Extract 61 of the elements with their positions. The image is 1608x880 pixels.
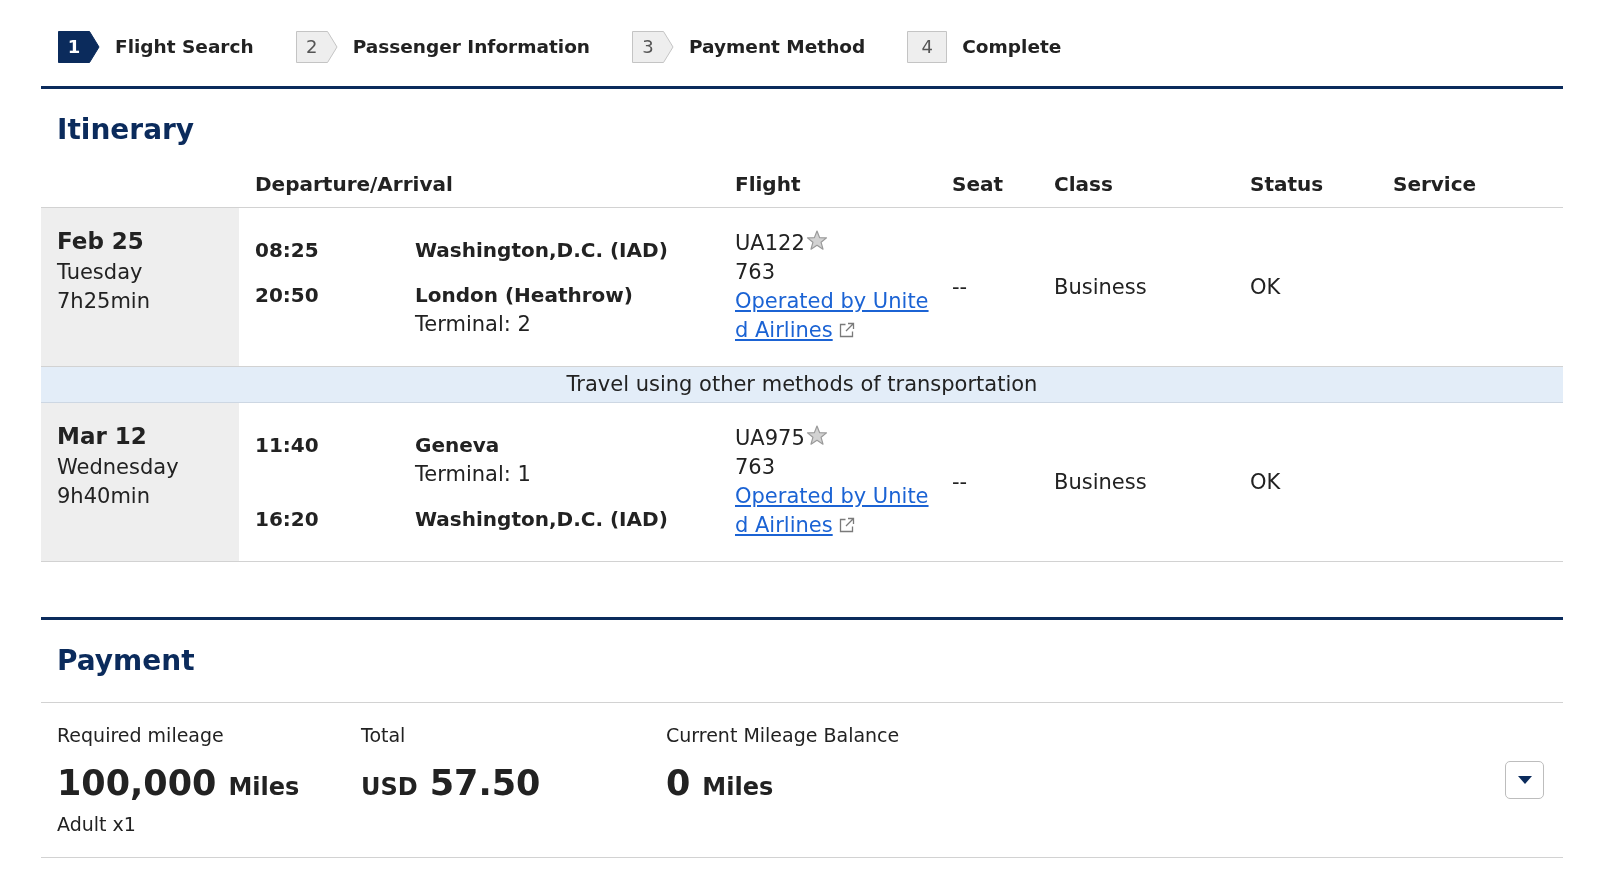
step-label: Payment Method [689, 35, 866, 59]
amount-value: 100,000 [57, 762, 217, 805]
notice-text: Travel using other methods of transportation [566, 372, 1038, 396]
step-number: 2 [295, 31, 338, 63]
seat-text: -- [952, 469, 968, 494]
date-text: Feb 25 [57, 227, 144, 256]
external-link-icon [838, 322, 855, 338]
aircraft-type: 763 [735, 455, 776, 479]
section-title: Payment [57, 643, 195, 679]
city-name: Washington,D.C. (IAD) [415, 236, 668, 264]
city-name: London (Heathrow) [415, 281, 633, 309]
aircraft-type: 763 [735, 260, 776, 284]
duration-text: 9h40min [57, 483, 150, 510]
section-title: Itinerary [57, 112, 195, 148]
star-icon [805, 230, 828, 251]
terminal-text: Terminal: 1 [415, 460, 531, 488]
amount-value: 0 [666, 762, 691, 805]
date-text: Mar 12 [57, 422, 147, 451]
city-name: Geneva [415, 431, 500, 459]
class-text: Business [1054, 274, 1147, 299]
column-header: Status [1250, 172, 1324, 196]
column-header: Class [1054, 172, 1113, 196]
departure-time: 11:40 [255, 431, 319, 459]
step-number: 4 [907, 31, 948, 63]
step-number: 3 [632, 31, 675, 63]
operator-link[interactable]: Operated by United Airlines [735, 287, 935, 345]
unit-text: Miles [228, 772, 300, 803]
currency-text: USD [361, 772, 418, 803]
payment-label: Current Mileage Balance [666, 723, 900, 747]
star-icon [805, 425, 828, 446]
column-header: Flight [735, 172, 801, 196]
operator-link[interactable]: Operated by United Airlines [735, 482, 935, 540]
step-label: Complete [962, 35, 1062, 59]
flight-number: UA975 [735, 426, 805, 450]
weekday-text: Tuesday [57, 259, 143, 286]
unit-text: Miles [702, 772, 774, 803]
terminal-text: Terminal: 2 [415, 310, 531, 338]
external-link-icon [838, 517, 855, 533]
class-text: Business [1054, 469, 1147, 494]
seat-text: -- [952, 274, 968, 299]
departure-time: 08:25 [255, 236, 319, 264]
flight-number: UA122 [735, 231, 805, 255]
weekday-text: Wednesday [57, 454, 179, 481]
step-label: Passenger Information [352, 35, 591, 59]
step-label: Flight Search [115, 35, 254, 59]
payment-label: Required mileage [57, 723, 224, 747]
step-number: 1 [58, 31, 100, 63]
status-text: OK [1250, 274, 1281, 299]
arrival-time: 20:50 [255, 281, 319, 309]
note-text: Adult x1 [57, 812, 136, 837]
column-header: Seat [952, 172, 1004, 196]
payment-label: Total [361, 723, 406, 747]
column-header: Service [1393, 172, 1477, 196]
duration-text: 7h25min [57, 288, 150, 315]
expand-button[interactable] [1505, 761, 1544, 799]
city-name: Washington,D.C. (IAD) [415, 505, 668, 533]
status-text: OK [1250, 469, 1281, 494]
caret-icon [1517, 776, 1532, 784]
column-header: Departure/Arrival [255, 172, 453, 196]
amount-value: 57.50 [429, 762, 541, 805]
arrival-time: 16:20 [255, 505, 319, 533]
